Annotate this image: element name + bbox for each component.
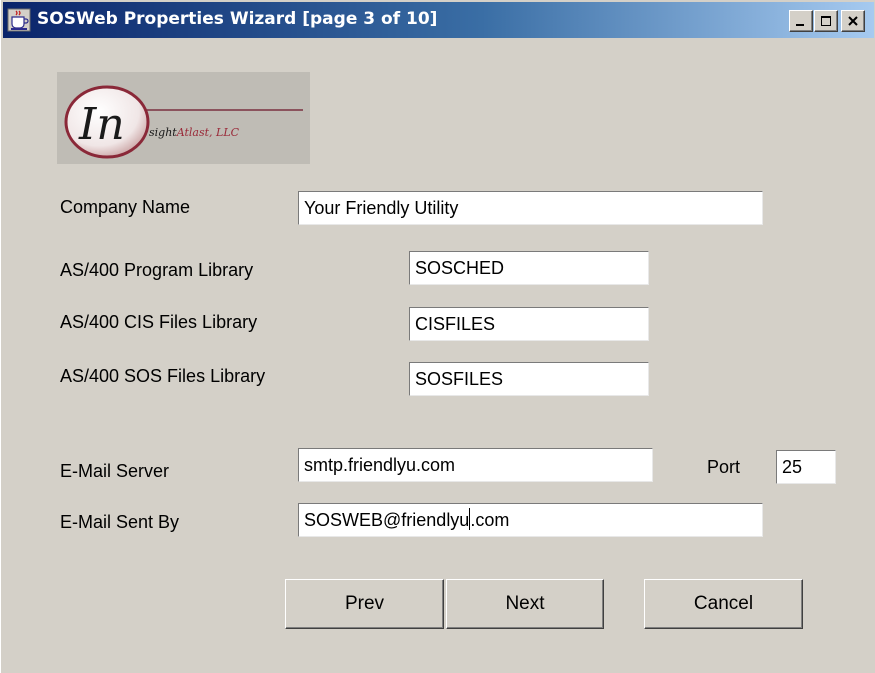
cis-library-label: AS/400 CIS Files Library [60, 312, 258, 332]
mail-sent-by-label: E-Mail Sent By [60, 512, 180, 532]
close-button[interactable] [841, 10, 865, 32]
maximize-button[interactable] [814, 10, 838, 32]
window-title: SOSWeb Properties Wizard [page 3 of 10] [37, 9, 438, 29]
wizard-window: SOSWeb Properties Wizard [page 3 of 10] … [0, 0, 875, 673]
minimize-button[interactable] [789, 10, 813, 32]
title-bar[interactable]: SOSWeb Properties Wizard [page 3 of 10] [3, 2, 874, 38]
java-cup-icon [7, 8, 31, 32]
mail-sent-by-value-b: .com [470, 510, 510, 530]
svg-text:In: In [78, 99, 125, 150]
insight-atlast-logo: In sightAtlast, LLC [57, 72, 310, 164]
cis-library-field[interactable]: CISFILES [409, 307, 649, 341]
mail-sent-by-value-a: SOSWEB@friendlyu [304, 510, 470, 530]
prev-button[interactable]: Prev [285, 579, 444, 629]
mail-server-field[interactable]: smtp.friendlyu.com [298, 448, 653, 482]
company-name-label: Company Name [60, 197, 191, 217]
sos-library-label: AS/400 SOS Files Library [60, 366, 266, 386]
program-library-field[interactable]: SOSCHED [409, 251, 649, 285]
svg-text:sightAtlast, LLC: sightAtlast, LLC [149, 126, 240, 139]
minimize-icon [796, 24, 804, 26]
mail-sent-by-field[interactable]: SOSWEB@friendlyu.com [298, 503, 763, 537]
mail-server-label: E-Mail Server [60, 461, 170, 481]
maximize-icon [821, 16, 831, 26]
cancel-button[interactable]: Cancel [644, 579, 803, 629]
close-icon [848, 16, 858, 26]
port-label: Port [707, 457, 741, 477]
company-name-field[interactable]: Your Friendly Utility [298, 191, 763, 225]
next-button[interactable]: Next [446, 579, 604, 629]
program-library-label: AS/400 Program Library [60, 260, 254, 280]
port-field[interactable]: 25 [776, 450, 836, 484]
sos-library-field[interactable]: SOSFILES [409, 362, 649, 396]
